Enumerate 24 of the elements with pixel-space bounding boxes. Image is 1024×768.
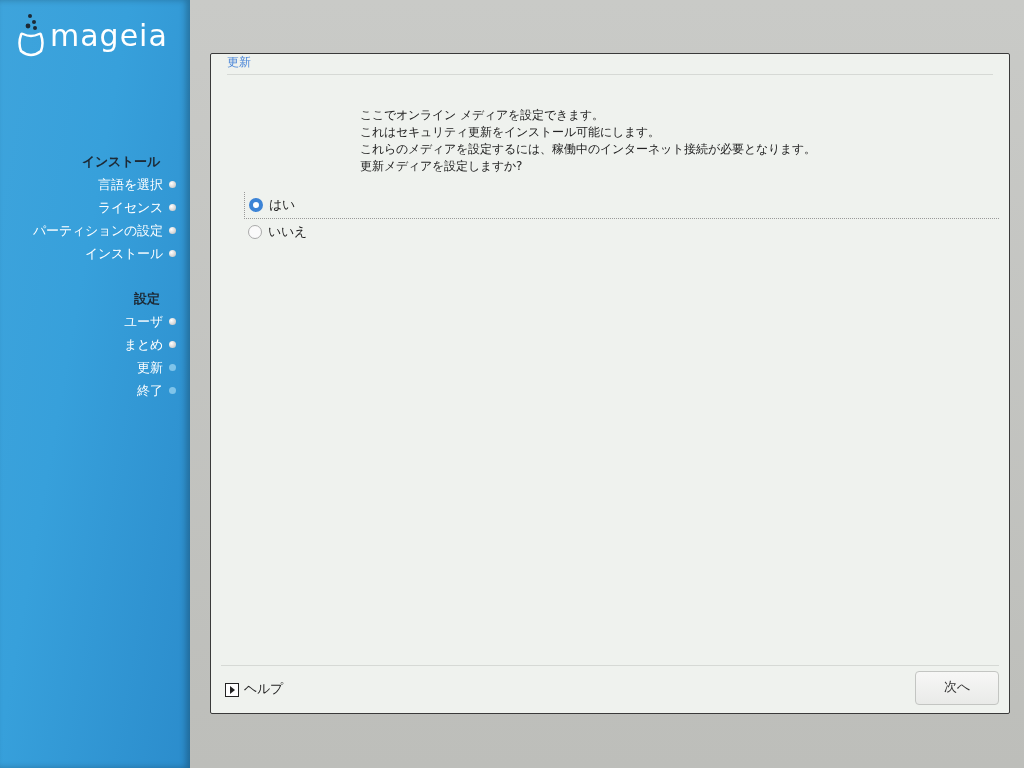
help-toggle[interactable]: ヘルプ bbox=[225, 681, 283, 698]
radio-option[interactable]: はい bbox=[244, 192, 999, 219]
step-label: 更新 bbox=[137, 358, 163, 377]
section-title: 設定 bbox=[134, 290, 160, 308]
step-label: ユーザ bbox=[124, 312, 163, 331]
radio-option[interactable]: いいえ bbox=[244, 219, 999, 245]
message-line: 更新メディアを設定しますか? bbox=[360, 158, 524, 175]
radio-button[interactable] bbox=[248, 225, 262, 239]
expander-icon bbox=[225, 682, 239, 697]
step-label: ライセンス bbox=[98, 198, 163, 217]
step-label: パーティションの設定 bbox=[33, 221, 163, 240]
next-button[interactable]: 次へ bbox=[915, 670, 999, 705]
step-label: まとめ bbox=[124, 335, 163, 354]
flask-logo-icon bbox=[16, 13, 46, 59]
step-label: 言語を選択 bbox=[98, 175, 163, 194]
section-title: インストール bbox=[82, 153, 160, 171]
logo-text: mageia bbox=[50, 21, 168, 51]
message-line: これはセキュリティ更新をインストール可能にします。 bbox=[360, 124, 661, 141]
radio-button[interactable] bbox=[249, 198, 263, 212]
panel-title: 更新 bbox=[227, 55, 251, 69]
message-line: ここでオンライン メディアを設定できます。 bbox=[360, 107, 605, 124]
message-line: これらのメディアを設定するには、稼働中のインターネット接続が必要となります。 bbox=[360, 141, 817, 158]
step-label: インストール bbox=[85, 244, 163, 263]
step-label: 終了 bbox=[137, 381, 163, 400]
